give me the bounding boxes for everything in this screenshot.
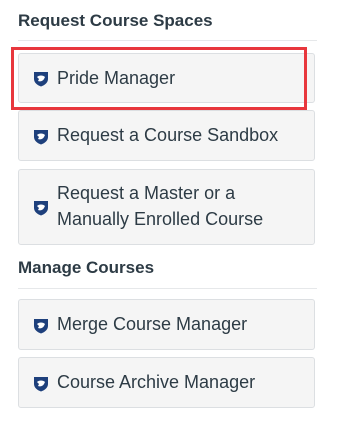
nav-item-pride-manager[interactable]: Pride Manager	[18, 53, 315, 103]
nav-item-merge-course-manager[interactable]: Merge Course Manager	[18, 299, 315, 350]
psu-shield-icon	[32, 71, 50, 87]
section-divider	[18, 40, 317, 41]
psu-shield-icon	[32, 129, 50, 145]
psu-shield-icon	[32, 318, 50, 334]
section-heading-manage-courses: Manage Courses	[18, 258, 155, 277]
psu-shield-icon	[32, 376, 50, 392]
nav-item-label: Pride Manager	[57, 68, 176, 88]
nav-item-label: Request a Master or a Manually Enrolled …	[57, 183, 264, 229]
nav-item-label: Request a Course Sandbox	[57, 125, 279, 145]
nav-item-label: Course Archive Manager	[57, 372, 256, 392]
nav-item-request-master-course[interactable]: Request a Master or a Manually Enrolled …	[18, 169, 315, 245]
section-heading-request-course-spaces: Request Course Spaces	[18, 11, 213, 30]
nav-item-label: Merge Course Manager	[57, 314, 248, 334]
nav-item-request-course-sandbox[interactable]: Request a Course Sandbox	[18, 110, 315, 161]
section-divider	[18, 288, 317, 289]
nav-item-course-archive-manager[interactable]: Course Archive Manager	[18, 357, 315, 408]
psu-shield-icon	[32, 200, 50, 216]
